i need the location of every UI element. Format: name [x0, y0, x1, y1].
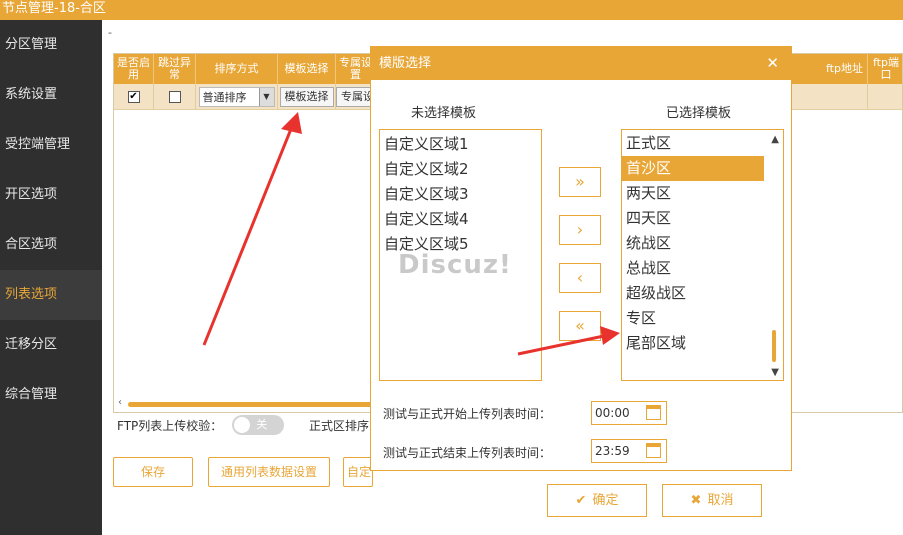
list-item[interactable]: 超级战区 — [622, 281, 783, 306]
list-item[interactable]: 自定义区域4 — [380, 207, 541, 232]
chevron-left-icon[interactable]: ‹ — [118, 397, 122, 408]
list-item[interactable]: 正式区 — [622, 131, 783, 156]
custom-button[interactable]: 自定 — [343, 457, 373, 487]
start-time-label: 测试与正式开始上传列表时间： — [383, 407, 552, 421]
move-left-button[interactable]: ‹ — [559, 263, 601, 293]
list-item[interactable]: 统战区 — [622, 231, 783, 256]
sidebar-item-list-options[interactable]: 列表选项 — [0, 270, 102, 320]
end-time-input[interactable]: 23:59 — [591, 439, 667, 463]
sidebar-item-open-zone[interactable]: 开区选项 — [0, 170, 102, 220]
chevron-down-icon[interactable]: ▼ — [771, 367, 779, 378]
sidebar-item-migrate[interactable]: 迁移分区 — [0, 320, 102, 370]
sort-select-value: 普通排序 — [202, 91, 247, 104]
list-item[interactable]: 四天区 — [622, 206, 783, 231]
sidebar-item-general[interactable]: 综合管理 — [0, 370, 102, 420]
ftp-check-label: FTP列表上传校验： — [117, 418, 223, 433]
calendar-icon[interactable] — [646, 443, 661, 458]
scrollbar-thumb[interactable] — [772, 330, 776, 362]
confirm-button[interactable]: ✔ 确定 — [547, 484, 647, 517]
list-item[interactable]: 自定义区域2 — [380, 157, 541, 182]
move-right-button[interactable]: › — [559, 215, 601, 245]
selected-title: 已选择模板 — [666, 106, 732, 121]
sort-select[interactable]: 普通排序 ▼ — [198, 87, 275, 107]
unselected-title: 未选择模板 — [411, 106, 477, 121]
toggle-knob — [234, 417, 251, 433]
header-skip: 跳过异常 — [154, 54, 196, 84]
list-item[interactable]: 专区 — [622, 306, 783, 331]
header-template: 模板选择 — [278, 54, 336, 84]
list-item[interactable]: 两天区 — [622, 181, 783, 206]
watermark: Discuz! — [398, 250, 512, 280]
save-button[interactable]: 保存 — [113, 457, 193, 487]
chevron-up-icon[interactable]: ▲ — [771, 134, 779, 145]
template-select-button[interactable]: 模板选择 — [279, 87, 334, 107]
list-item[interactable]: 自定义区域1 — [380, 132, 541, 157]
list-item[interactable]: 总战区 — [622, 256, 783, 281]
start-time-input[interactable]: 00:00 — [591, 401, 667, 425]
formal-sort-label: 正式区排序 — [309, 419, 369, 433]
sidebar-item-merge-zone[interactable]: 合区选项 — [0, 220, 102, 270]
start-time-row: 测试与正式开始上传列表时间： — [383, 405, 551, 422]
move-all-right-button[interactable]: » — [559, 167, 601, 197]
cancel-label: 取消 — [707, 493, 734, 508]
enabled-checkbox[interactable]: ✔ — [127, 91, 140, 103]
sidebar-item-controlled[interactable]: 受控端管理 — [0, 120, 102, 170]
header-ftp-addr: ftp地址 — [822, 54, 868, 84]
end-time-label: 测试与正式结束上传列表时间： — [383, 446, 552, 460]
selected-list[interactable]: 正式区 首沙区 两天区 四天区 统战区 总战区 超级战区 专区 尾部区域 ▲ ▼ — [621, 129, 784, 381]
list-item-selected[interactable]: 首沙区 — [622, 156, 764, 181]
end-time-row: 测试与正式结束上传列表时间： — [383, 444, 551, 461]
skip-checkbox[interactable] — [168, 91, 181, 103]
header-sort: 排序方式 — [196, 54, 278, 84]
dialog-header: 模版选择 ✕ — [371, 47, 791, 80]
vertical-scrollbar[interactable]: ▲ ▼ — [769, 130, 779, 380]
toggle-label: 关 — [256, 418, 268, 431]
sidebar: 分区管理 系统设置 受控端管理 开区选项 合区选项 列表选项 迁移分区 综合管理 — [0, 20, 102, 535]
move-all-left-button[interactable]: « — [559, 311, 601, 341]
cancel-button[interactable]: ✖ 取消 — [662, 484, 762, 517]
header-enabled: 是否启用 — [114, 54, 154, 84]
ftp-check-toggle[interactable]: 关 — [232, 415, 285, 435]
chevron-down-icon: ▼ — [258, 88, 274, 106]
start-time-value: 00:00 — [595, 406, 630, 420]
confirm-label: 确定 — [592, 493, 619, 508]
sidebar-item-partition[interactable]: 分区管理 — [0, 20, 102, 70]
window-title: 节点管理-18-合区 — [0, 0, 903, 20]
close-icon[interactable]: ✕ — [766, 47, 779, 80]
header-ftp-port: ftp端口 — [873, 56, 899, 81]
check-icon: ✔ — [575, 493, 587, 508]
list-item[interactable]: 尾部区域 — [622, 331, 783, 356]
dash-text: - — [108, 26, 112, 39]
calendar-icon[interactable] — [646, 405, 661, 420]
sidebar-item-system[interactable]: 系统设置 — [0, 70, 102, 120]
common-list-settings-button[interactable]: 通用列表数据设置 — [208, 457, 330, 487]
dialog-title: 模版选择 — [379, 56, 432, 71]
end-time-value: 23:59 — [595, 444, 630, 458]
list-item[interactable]: 自定义区域3 — [380, 182, 541, 207]
close-icon: ✖ — [690, 493, 702, 508]
ftp-check-row: FTP列表上传校验： 关 — [117, 415, 285, 435]
